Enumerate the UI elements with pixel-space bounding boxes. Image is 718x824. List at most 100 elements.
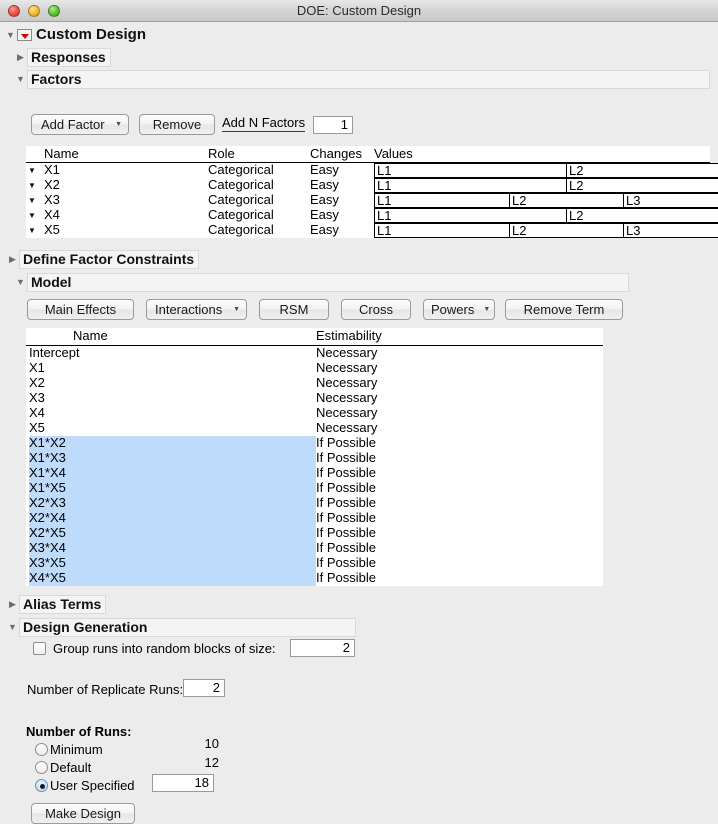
model-term-name[interactable]: Intercept	[29, 346, 316, 361]
model-term-row[interactable]: X2 Necessary	[26, 376, 603, 391]
factor-value-cell[interactable]: L1	[375, 224, 510, 237]
model-term-estimability[interactable]: Necessary	[316, 376, 377, 390]
disclosure-triangle-factors[interactable]	[14, 75, 27, 84]
factor-disclosure-triangle-icon[interactable]	[28, 179, 36, 193]
model-term-estimability[interactable]: Necessary	[316, 421, 377, 435]
model-term-row[interactable]: X3 Necessary	[26, 391, 603, 406]
model-term-estimability[interactable]: Necessary	[316, 346, 377, 360]
model-term-row[interactable]: X2*X3 If Possible	[26, 496, 603, 511]
outline-responses[interactable]: Responses	[14, 47, 111, 67]
factor-row[interactable]: X2 Categorical Easy L1L2	[26, 178, 718, 193]
disclosure-triangle-design-generation[interactable]	[6, 623, 19, 632]
disclosure-triangle-responses[interactable]	[14, 53, 27, 62]
factor-disclosure-triangle-icon[interactable]	[28, 194, 36, 208]
factor-row[interactable]: X1 Categorical Easy L1L2	[26, 163, 718, 178]
model-term-row[interactable]: X3*X5 If Possible	[26, 556, 603, 571]
model-term-row[interactable]: X4*X5 If Possible	[26, 571, 603, 586]
factor-value-cell[interactable]: L1	[375, 194, 510, 207]
factor-value-cell[interactable]: L2	[510, 224, 624, 237]
model-term-estimability[interactable]: If Possible	[316, 466, 376, 480]
rsm-button[interactable]: RSM	[259, 299, 329, 320]
model-term-name[interactable]: X1*X3	[29, 451, 316, 466]
model-term-estimability[interactable]: If Possible	[316, 571, 376, 585]
remove-term-button[interactable]: Remove Term	[505, 299, 623, 320]
model-term-estimability[interactable]: If Possible	[316, 511, 376, 525]
factor-value-cell[interactable]: L1	[375, 209, 567, 222]
model-term-name[interactable]: X1*X4	[29, 466, 316, 481]
disclosure-triangle-alias-terms[interactable]	[6, 600, 19, 609]
factor-disclosure-triangle-icon[interactable]	[28, 164, 36, 178]
model-term-estimability[interactable]: Necessary	[316, 361, 377, 375]
model-term-row[interactable]: X1 Necessary	[26, 361, 603, 376]
remove-factor-button[interactable]: Remove	[139, 114, 215, 135]
disclosure-triangle-define-factor-constraints[interactable]	[6, 255, 19, 264]
model-term-estimability[interactable]: If Possible	[316, 526, 376, 540]
model-term-name[interactable]: X5	[29, 421, 316, 436]
model-term-estimability[interactable]: If Possible	[316, 451, 376, 465]
model-term-name[interactable]: X1*X2	[29, 436, 316, 451]
factor-values[interactable]: L1 L2	[374, 163, 718, 178]
model-term-name[interactable]: X4*X5	[29, 571, 316, 586]
factor-disclosure-triangle-icon[interactable]	[28, 209, 36, 223]
model-term-row[interactable]: X5 Necessary	[26, 421, 603, 436]
model-term-estimability[interactable]: Necessary	[316, 406, 377, 420]
factor-row[interactable]: X3 Categorical Easy L1L2L3	[26, 193, 718, 208]
radio-default[interactable]: Default	[35, 760, 91, 775]
cross-button[interactable]: Cross	[341, 299, 411, 320]
factor-row[interactable]: X4 Categorical Easy L1L2	[26, 208, 718, 223]
radio-user-specified-button[interactable]	[35, 779, 48, 792]
outline-model[interactable]: Model	[14, 272, 629, 292]
factor-value-cell[interactable]: L1	[375, 164, 567, 177]
model-term-row[interactable]: X4 Necessary	[26, 406, 603, 421]
outline-custom-design[interactable]: Custom Design	[4, 25, 150, 45]
factor-values[interactable]: L1 L2 L3	[374, 223, 718, 238]
factor-value-cell[interactable]: L2	[510, 194, 624, 207]
model-term-name[interactable]: X2*X5	[29, 526, 316, 541]
make-design-button[interactable]: Make Design	[31, 803, 135, 824]
add-n-factors-input[interactable]: 1	[313, 116, 353, 134]
user-specified-runs-input[interactable]: 18	[152, 774, 214, 792]
outline-factors[interactable]: Factors	[14, 69, 710, 89]
model-term-estimability[interactable]: If Possible	[316, 556, 376, 570]
radio-default-button[interactable]	[35, 761, 48, 774]
factor-values[interactable]: L1 L2	[374, 178, 718, 193]
zoom-light[interactable]	[48, 4, 60, 17]
model-term-name[interactable]: X3	[29, 391, 316, 406]
red-triangle-menu-icon[interactable]	[17, 29, 32, 41]
main-effects-button[interactable]: Main Effects	[27, 299, 134, 320]
model-term-estimability[interactable]: If Possible	[316, 496, 376, 510]
model-term-estimability[interactable]: Necessary	[316, 391, 377, 405]
model-term-estimability[interactable]: If Possible	[316, 436, 376, 450]
factor-values[interactable]: L1 L2 L3	[374, 193, 718, 208]
outline-define-factor-constraints[interactable]: Define Factor Constraints	[6, 249, 200, 269]
group-runs-checkbox[interactable]	[33, 642, 46, 655]
model-term-row[interactable]: X1*X4 If Possible	[26, 466, 603, 481]
factor-value-cell[interactable]: L3	[624, 224, 718, 237]
model-term-name[interactable]: X3*X4	[29, 541, 316, 556]
model-term-name[interactable]: X3*X5	[29, 556, 316, 571]
disclosure-triangle-custom-design[interactable]	[4, 31, 17, 40]
minimize-light[interactable]	[28, 4, 40, 17]
radio-user-specified[interactable]: User Specified	[35, 778, 135, 793]
factor-value-cell[interactable]: L2	[567, 179, 718, 192]
model-term-name[interactable]: X2*X4	[29, 511, 316, 526]
model-term-row[interactable]: X3*X4 If Possible	[26, 541, 603, 556]
model-term-estimability[interactable]: If Possible	[316, 481, 376, 495]
close-light[interactable]	[8, 4, 20, 17]
factor-value-cell[interactable]: L2	[567, 164, 718, 177]
factor-disclosure-triangle-icon[interactable]	[28, 224, 36, 238]
disclosure-triangle-model[interactable]	[14, 278, 27, 287]
factor-value-cell[interactable]: L2	[567, 209, 718, 222]
factor-values[interactable]: L1 L2	[374, 208, 718, 223]
powers-button[interactable]: Powers	[423, 299, 495, 320]
model-term-name[interactable]: X4	[29, 406, 316, 421]
model-term-name[interactable]: X2*X3	[29, 496, 316, 511]
radio-minimum-button[interactable]	[35, 743, 48, 756]
add-n-factors-button[interactable]: Add N Factors	[222, 115, 306, 132]
model-term-row[interactable]: X1*X3 If Possible	[26, 451, 603, 466]
model-term-estimability[interactable]: If Possible	[316, 541, 376, 555]
model-term-name[interactable]: X1*X5	[29, 481, 316, 496]
replicate-runs-input[interactable]: 2	[183, 679, 225, 697]
outline-alias-terms[interactable]: Alias Terms	[6, 594, 107, 614]
factor-value-cell[interactable]: L1	[375, 179, 567, 192]
